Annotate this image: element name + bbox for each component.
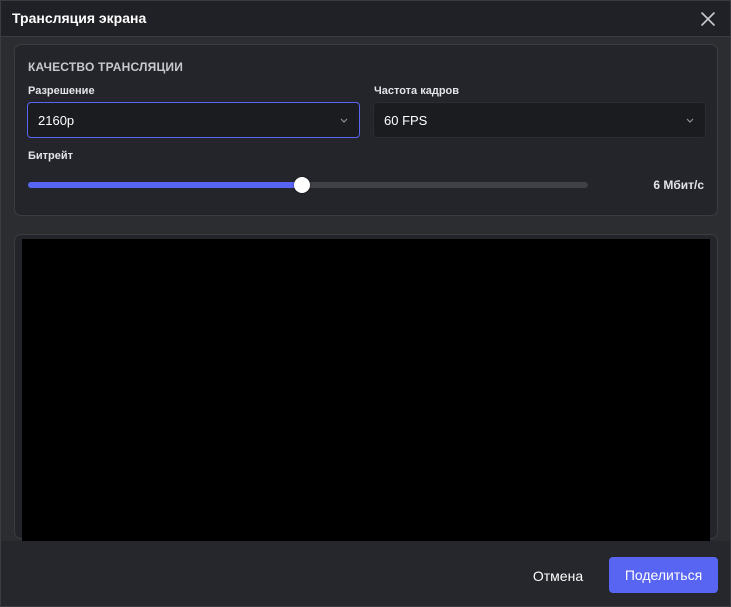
bitrate-label: Битрейт (28, 150, 74, 162)
chevron-down-icon (340, 118, 348, 123)
bitrate-value: 6 Мбит/с (653, 178, 704, 192)
framerate-label: Частота кадров (374, 85, 460, 97)
framerate-select[interactable]: 60 FPS (373, 102, 706, 138)
cancel-button[interactable]: Отмена (522, 559, 594, 593)
stream-quality-panel: КАЧЕСТВО ТРАНСЛЯЦИИ Разрешение 2160p Час… (14, 44, 718, 216)
bitrate-slider-fill (28, 182, 303, 188)
share-button[interactable]: Поделиться (609, 557, 718, 593)
close-icon (701, 12, 715, 26)
resolution-select[interactable]: 2160p (27, 102, 360, 138)
resolution-value: 2160p (38, 113, 75, 128)
close-button[interactable] (696, 7, 720, 31)
framerate-value: 60 FPS (384, 113, 428, 128)
screen-preview (22, 239, 710, 546)
bitrate-slider-thumb[interactable] (294, 177, 311, 193)
dialog-header: Трансляция экрана (1, 1, 730, 37)
resolution-label: Разрешение (28, 85, 95, 97)
dialog-footer: Отмена Поделиться (1, 541, 730, 606)
bitrate-slider[interactable] (28, 177, 588, 193)
section-title: КАЧЕСТВО ТРАНСЛЯЦИИ (28, 60, 184, 74)
chevron-down-icon (686, 118, 694, 123)
dialog-title: Трансляция экрана (12, 10, 147, 26)
screen-share-dialog: Трансляция экрана КАЧЕСТВО ТРАНСЛЯЦИИ Ра… (0, 0, 731, 607)
